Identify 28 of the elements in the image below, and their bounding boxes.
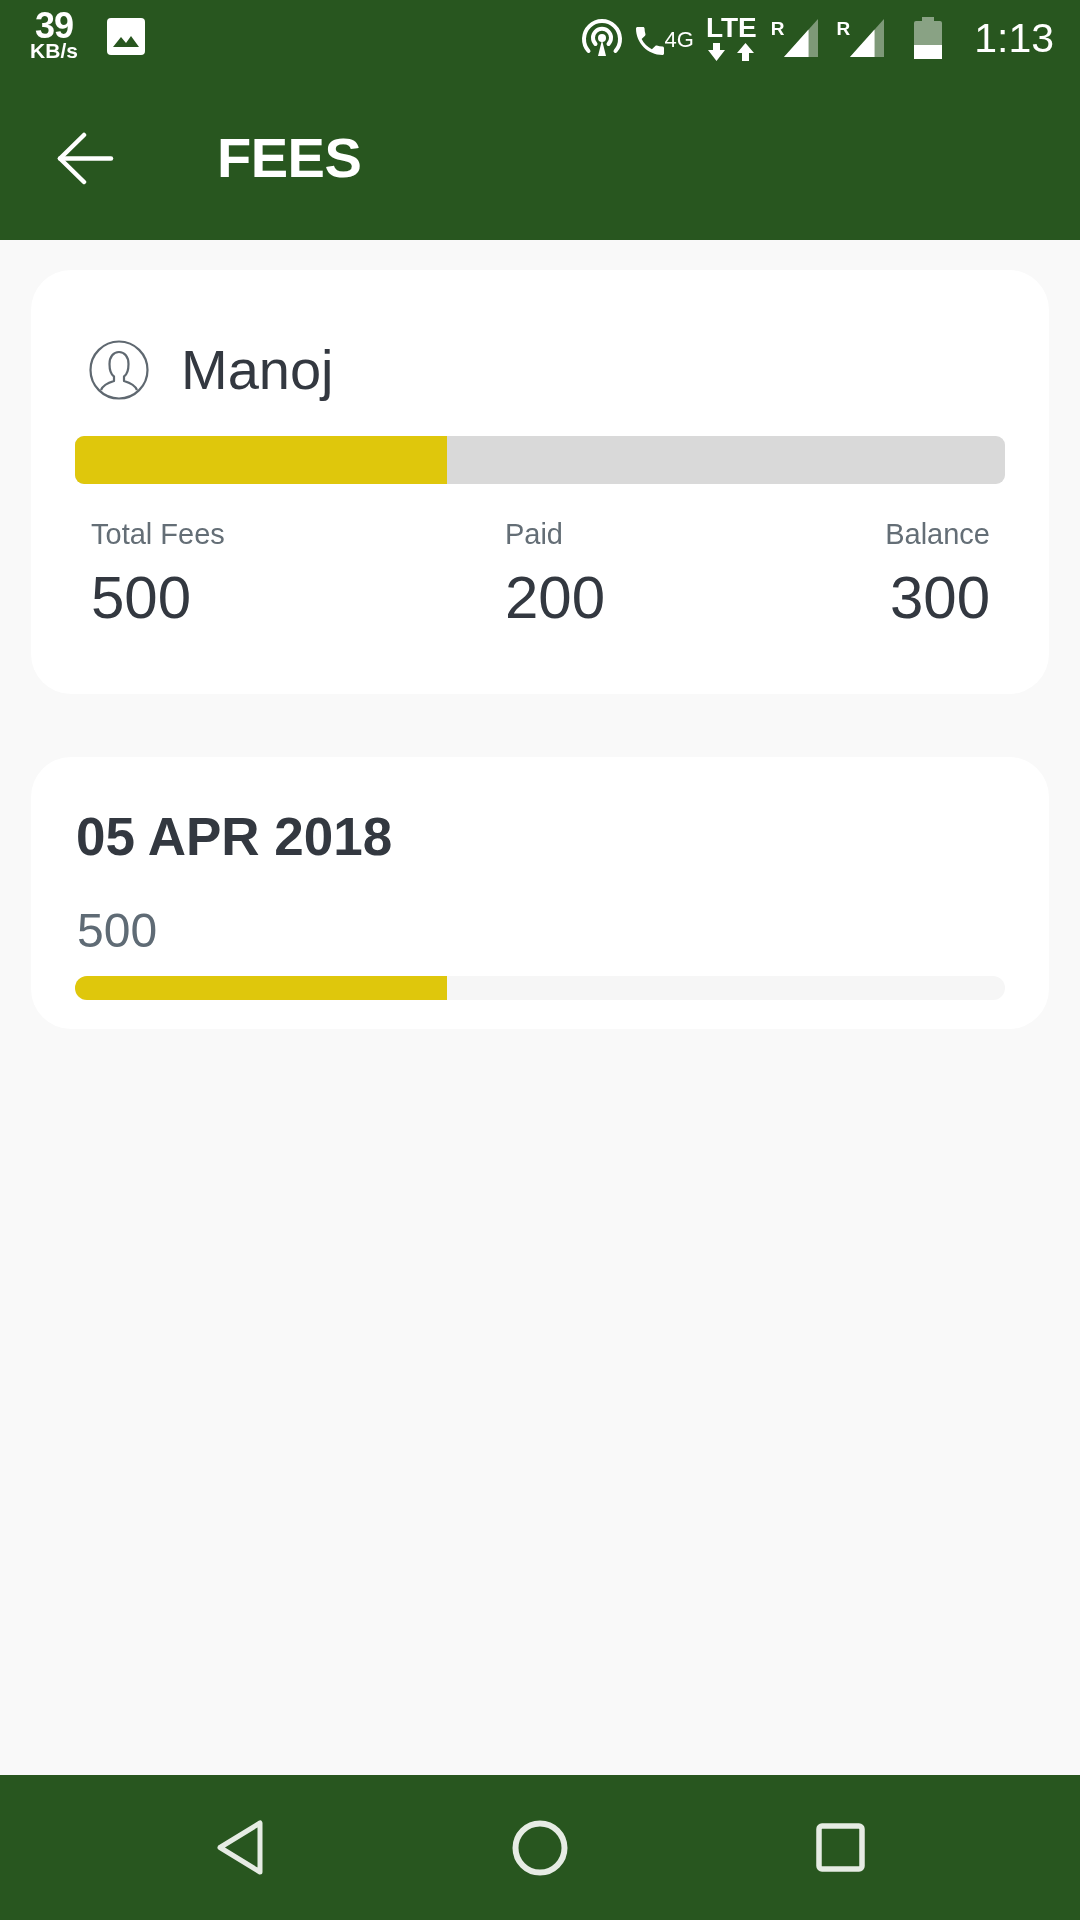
- hotspot-icon: [579, 18, 624, 58]
- phone-icon: [635, 27, 664, 55]
- recents-square-icon: [815, 1823, 865, 1872]
- speed-unit: KB/s: [30, 41, 78, 61]
- network-type: LTE: [705, 15, 757, 41]
- home-circle-icon: [512, 1819, 568, 1876]
- roaming-label: R: [836, 19, 851, 39]
- signal-icon: [784, 18, 819, 58]
- stat-label: Total Fees: [91, 517, 225, 551]
- data-arrows-icon: [708, 43, 755, 61]
- battery-icon: [914, 17, 943, 59]
- stat-label: Paid: [504, 517, 563, 551]
- network-speed: 39: [34, 11, 73, 41]
- stat-value: 500: [91, 565, 192, 631]
- page-title: FEES: [217, 126, 362, 190]
- stat-value: 200: [504, 565, 606, 631]
- stat-value: 300: [889, 565, 990, 631]
- student-name: Manoj: [181, 338, 334, 402]
- clock-time: 1:13: [974, 15, 1054, 61]
- back-triangle-icon: [216, 1820, 264, 1875]
- signal-icon: [850, 18, 885, 58]
- call-label: 4G: [664, 29, 694, 51]
- user-icon: [89, 340, 149, 400]
- payment-amount: 500: [77, 903, 158, 959]
- image-icon: [107, 17, 145, 55]
- payment-date: 05 APR 2018: [76, 806, 393, 868]
- stat-label: Balance: [885, 517, 990, 551]
- roaming-label: R: [770, 19, 785, 39]
